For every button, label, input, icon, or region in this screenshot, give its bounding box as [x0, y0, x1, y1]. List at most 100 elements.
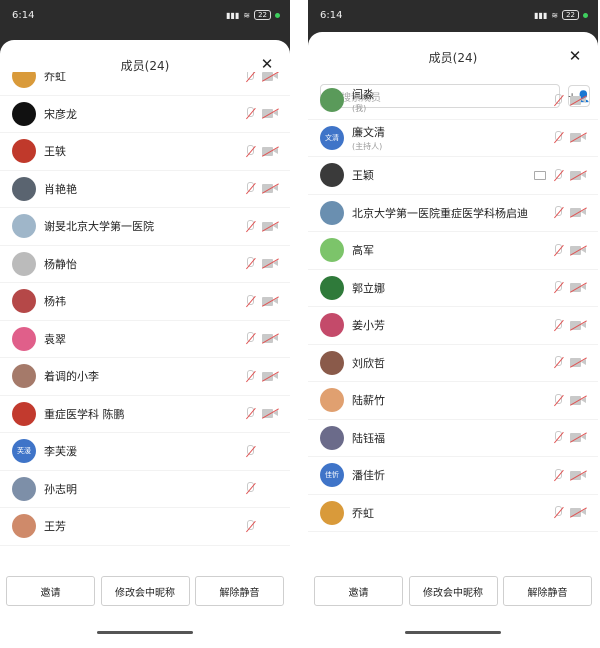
member-row[interactable]: 王芳: [0, 508, 290, 546]
camera-off-icon: [569, 395, 588, 406]
unmute-all-button[interactable]: 解除静音: [195, 576, 284, 606]
member-row[interactable]: 肖艳艳: [0, 171, 290, 208]
avatar: [12, 401, 36, 426]
unmute-all-button[interactable]: 解除静音: [503, 576, 592, 606]
home-indicator[interactable]: [97, 631, 193, 634]
status-bar: 6:14 ▮▮▮ ≋ 22: [308, 0, 598, 30]
member-row[interactable]: 宋彦龙: [0, 96, 290, 133]
member-name: 重症医学科 陈鹏: [44, 407, 125, 421]
camera-off-icon: [261, 296, 280, 307]
avatar: [12, 139, 36, 164]
member-name: 着调的小李: [44, 370, 99, 384]
member-row[interactable]: 高军: [308, 232, 598, 270]
member-name: 孙志明: [44, 482, 77, 496]
mic-muted-icon: [245, 219, 255, 233]
member-row[interactable]: 北京大学第一医院重症医学科杨启迪: [308, 195, 598, 232]
member-name: 乔虹: [352, 506, 374, 520]
member-row[interactable]: 姜小芳: [308, 307, 598, 345]
camera-off-icon: [261, 183, 280, 195]
member-row[interactable]: 文清 廉文清 (主持人): [308, 120, 598, 157]
mic-muted-icon: [245, 482, 255, 495]
member-name: 王颖: [352, 169, 374, 183]
mic-muted-icon: [553, 506, 563, 519]
panel-header: 成员(24) ✕: [308, 32, 598, 82]
panel-footer: 邀请 修改会中昵称 解除静音: [0, 572, 290, 640]
avatar: [320, 313, 344, 338]
member-row[interactable]: 佳忻 潘佳忻: [308, 457, 598, 495]
member-row[interactable]: 刘欣哲: [308, 345, 598, 382]
member-name: 乔虹: [44, 72, 66, 84]
member-row[interactable]: 谢旻北京大学第一医院: [0, 208, 290, 246]
camera-indicator-icon: [583, 12, 588, 18]
avatar: [12, 289, 36, 314]
member-row[interactable]: 着调的小李: [0, 358, 290, 396]
member-name: 潘佳忻: [352, 469, 385, 483]
avatar: [320, 200, 344, 225]
rename-button[interactable]: 修改会中昵称: [408, 576, 498, 606]
avatar: [320, 425, 344, 450]
mic-muted-icon: [553, 468, 563, 482]
camera-off-icon: [569, 170, 588, 181]
member-name: 刘欣哲: [352, 356, 385, 370]
member-name: 李芙湲: [44, 445, 77, 459]
invite-button[interactable]: 邀请: [314, 576, 403, 606]
avatar: [12, 72, 36, 89]
member-row[interactable]: 芙湲 李芙湲: [0, 433, 290, 471]
camera-off-icon: [261, 371, 280, 382]
member-row[interactable]: 闫淼 (我): [308, 82, 598, 120]
mic-muted-icon: [553, 243, 563, 257]
mic-muted-icon: [553, 393, 563, 407]
rename-button[interactable]: 修改会中昵称: [100, 576, 190, 606]
invite-button[interactable]: 邀请: [6, 576, 95, 606]
avatar: [320, 350, 344, 375]
camera-off-icon: [569, 357, 588, 369]
mic-muted-icon: [553, 431, 563, 444]
member-list[interactable]: 闫淼 (我) 文清 廉文清 (主持人) 王颖北京大学第一医院重症医学科杨启迪 高军郭立娜姜小…: [308, 82, 598, 572]
camera-off-icon: [569, 470, 588, 481]
member-name: 杨祎: [44, 295, 66, 309]
status-time: 6:14: [12, 9, 35, 21]
member-row[interactable]: 重症医学科 陈鹏: [0, 396, 290, 433]
home-indicator[interactable]: [405, 631, 501, 634]
mic-muted-icon: [553, 131, 563, 144]
wifi-icon: ≋: [551, 10, 559, 20]
member-row[interactable]: 陆钰福: [308, 420, 598, 457]
camera-off-icon: [569, 95, 588, 106]
status-time: 6:14: [320, 9, 343, 21]
member-row[interactable]: 陆薪竹: [308, 382, 598, 420]
camera-off-icon: [569, 282, 588, 294]
member-row[interactable]: 乔虹: [308, 495, 598, 532]
member-name: 高军: [352, 244, 374, 258]
close-icon[interactable]: ✕: [258, 55, 276, 73]
member-name: 姜小芳: [352, 319, 385, 333]
member-name: 王轶: [44, 145, 66, 159]
close-icon[interactable]: ✕: [566, 47, 584, 65]
mic-muted-icon: [245, 294, 255, 308]
member-row[interactable]: 杨祎: [0, 283, 290, 321]
member-row[interactable]: 王轶: [0, 133, 290, 171]
member-name: 王芳: [44, 520, 66, 534]
panel-footer: 邀请 修改会中昵称 解除静音: [308, 572, 598, 640]
mic-muted-icon: [245, 407, 255, 420]
avatar: [12, 251, 36, 276]
camera-off-icon: [569, 132, 588, 144]
member-name: 谢旻北京大学第一医院: [44, 220, 154, 234]
member-row[interactable]: 郭立娜: [308, 270, 598, 307]
battery-icon: 22: [254, 10, 271, 20]
avatar: [12, 364, 36, 389]
member-row[interactable]: 杨静怡: [0, 246, 290, 283]
mic-muted-icon: [553, 356, 563, 369]
mic-muted-icon: [553, 206, 563, 219]
member-row[interactable]: 袁翠: [0, 321, 290, 358]
member-name: 北京大学第一医院重症医学科杨启迪: [352, 206, 528, 220]
member-list[interactable]: 乔虹宋彦龙王轶肖艳艳谢旻北京大学第一医院杨静怡杨祎袁翠着调的小李重症医学科 陈鹏…: [0, 72, 290, 572]
camera-off-icon: [261, 146, 280, 157]
mic-muted-icon: [245, 519, 255, 533]
member-row[interactable]: 孙志明: [0, 471, 290, 508]
camera-off-icon: [261, 333, 280, 345]
member-row[interactable]: 乔虹: [0, 72, 290, 96]
member-row[interactable]: 王颖: [308, 157, 598, 195]
left-phone-screen: 6:14 ▮▮▮ ≋ 22 成员(24) ✕ 乔虹 宋彦龙 王轶 肖艳艳 谢旻北京大学第…: [0, 0, 290, 640]
member-name: 袁翠: [44, 332, 66, 346]
member-name: 郭立娜: [352, 281, 385, 295]
